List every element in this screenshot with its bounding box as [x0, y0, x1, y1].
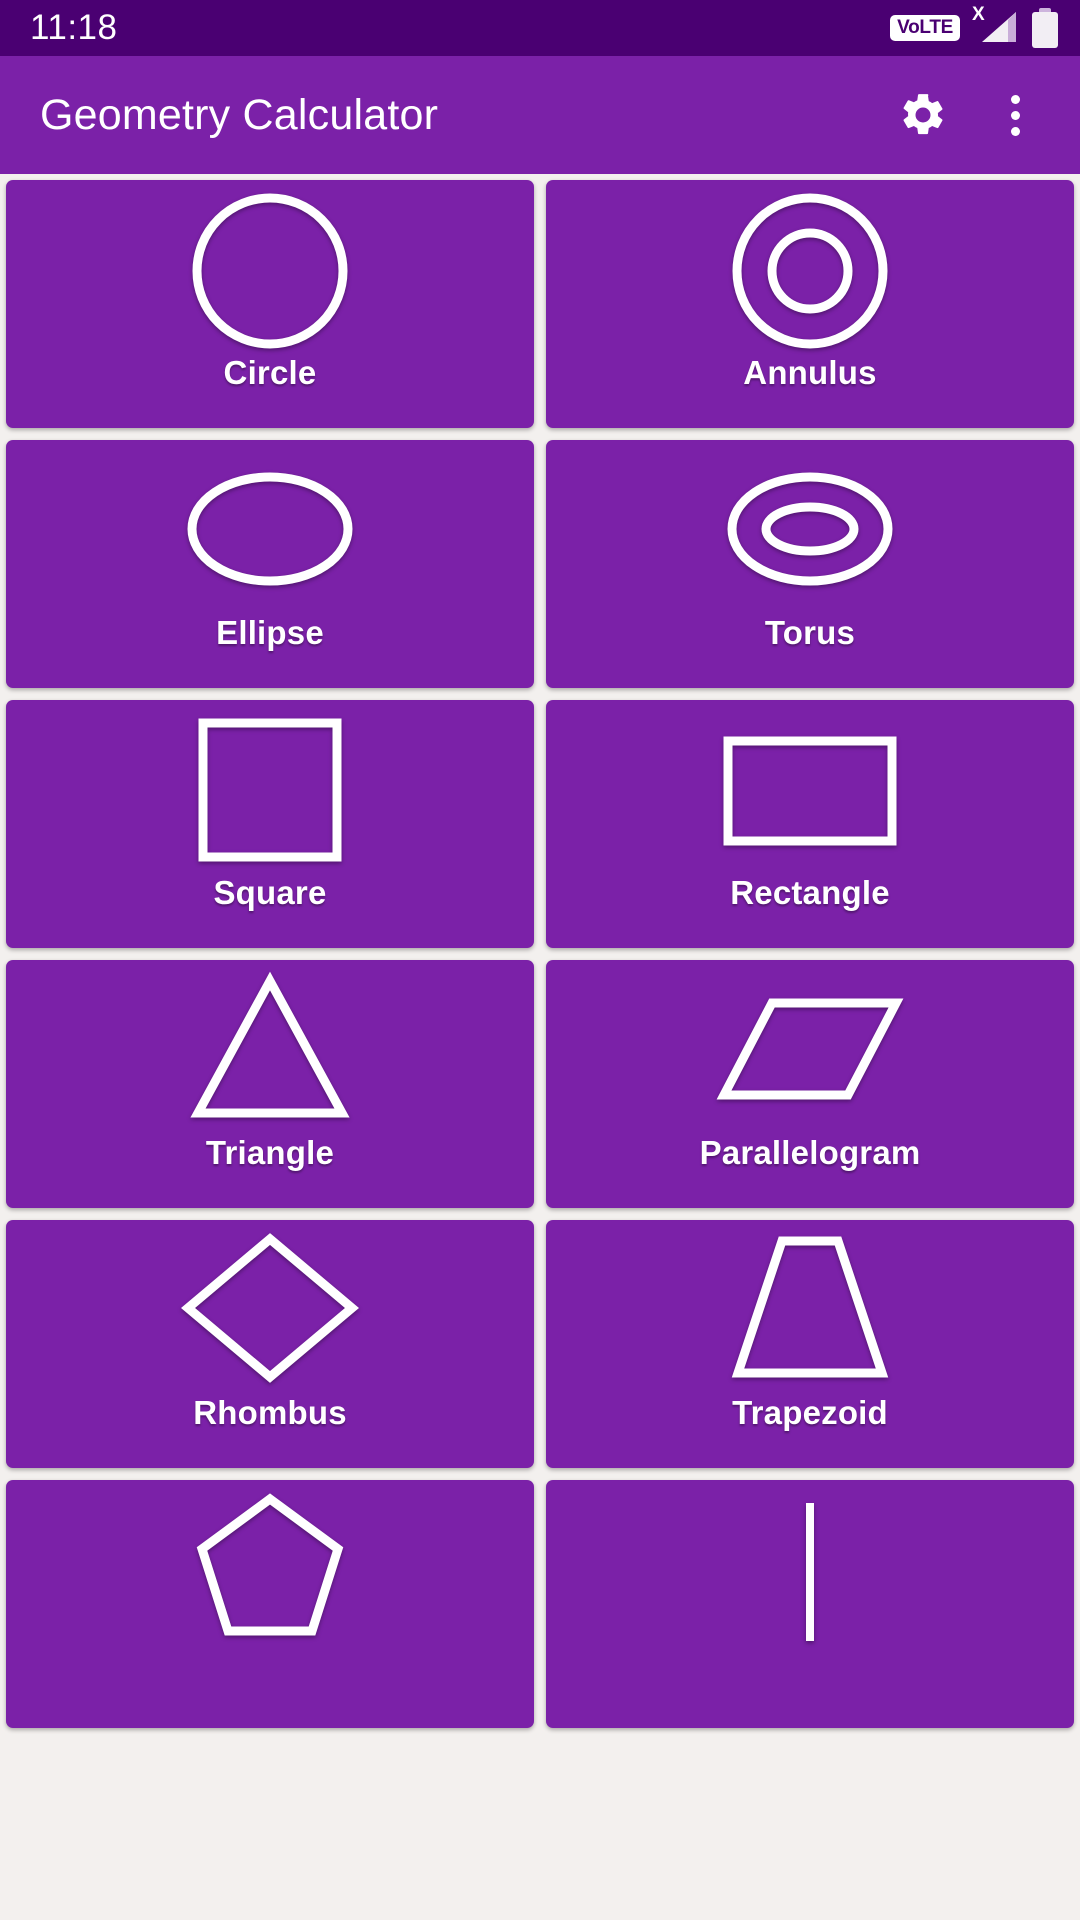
- status-bar: 11:18 VoLTE X: [0, 0, 1080, 56]
- torus-shape-icon: [727, 472, 893, 585]
- shape-art: [6, 960, 534, 1136]
- signal-no-sim-icon: X: [972, 4, 1018, 48]
- battery-body: [1032, 12, 1058, 48]
- settings-button[interactable]: [898, 90, 948, 140]
- triangle-shape-icon: [190, 971, 350, 1117]
- shape-card-rhombus[interactable]: Rhombus: [6, 1220, 534, 1468]
- overflow-menu-button[interactable]: [990, 90, 1040, 140]
- shape-art: [6, 180, 534, 356]
- shape-label: Trapezoid: [732, 1394, 888, 1431]
- shape-label: Torus: [764, 614, 856, 651]
- shape-art: [6, 1220, 534, 1396]
- shape-art: [546, 700, 1074, 876]
- more-vertical-icon: [1010, 94, 1020, 136]
- shape-art: [546, 1480, 1074, 1656]
- shape-art: [546, 1220, 1074, 1396]
- shape-label: Square: [213, 874, 327, 911]
- annulus-shape-icon: [732, 193, 888, 348]
- shape-label: Ellipse: [216, 614, 324, 651]
- shape-card-trapezoid[interactable]: Trapezoid: [546, 1220, 1074, 1468]
- page-title: Geometry Calculator: [40, 90, 439, 139]
- app-bar: Geometry Calculator: [0, 56, 1080, 174]
- shape-card-torus[interactable]: Torus: [546, 440, 1074, 688]
- status-icons: VoLTE X: [890, 4, 1058, 48]
- signal-triangle-icon: [982, 12, 1016, 42]
- battery-icon: [1032, 8, 1058, 48]
- gear-icon: [903, 94, 943, 135]
- shape-art: [6, 1480, 534, 1656]
- shape-art: [6, 700, 534, 876]
- shape-card-triangle[interactable]: Triangle: [6, 960, 534, 1208]
- shape-card-parallelogram[interactable]: Parallelogram: [546, 960, 1074, 1208]
- shape-art: [546, 440, 1074, 616]
- ellipse-shape-icon: [187, 472, 353, 585]
- shape-label: Annulus: [743, 354, 877, 391]
- shape-label: Rhombus: [193, 1394, 347, 1431]
- dot-3: [1010, 126, 1020, 136]
- shape-card-rectangle[interactable]: Rectangle: [546, 700, 1074, 948]
- shape-art: [6, 440, 534, 616]
- dot-1: [1010, 94, 1020, 104]
- shape-card-ellipse[interactable]: Ellipse: [6, 440, 534, 688]
- shape-card-annulus[interactable]: Annulus: [546, 180, 1074, 428]
- rhombus-shape-icon: [181, 1232, 359, 1383]
- pentagon-shape-icon: [196, 1492, 344, 1635]
- status-clock: 11:18: [30, 8, 118, 47]
- shape-card-pentagon[interactable]: [6, 1480, 534, 1728]
- shape-label: Parallelogram: [699, 1134, 921, 1171]
- circle-shape-icon: [192, 193, 348, 348]
- trapezoid-shape-icon: [731, 1236, 889, 1377]
- square-shape-icon: [198, 718, 342, 861]
- shape-card-square[interactable]: Square: [6, 700, 534, 948]
- shape-card-line[interactable]: [546, 1480, 1074, 1728]
- shape-label: Rectangle: [730, 874, 890, 911]
- shape-label: Triangle: [205, 1134, 335, 1171]
- shape-art: [546, 180, 1074, 356]
- dot-2: [1010, 110, 1020, 120]
- shape-card-circle[interactable]: Circle: [6, 180, 534, 428]
- shape-label: Circle: [223, 354, 317, 391]
- shape-art: [546, 960, 1074, 1136]
- shape-grid: Circle Annulus Ellipse Torus Square Rect…: [0, 174, 1080, 1728]
- rectangle-shape-icon: [723, 736, 897, 845]
- app-bar-actions: [898, 90, 1052, 140]
- line-shape-icon: [806, 1502, 814, 1641]
- parallelogram-shape-icon: [716, 998, 904, 1099]
- volte-icon: VoLTE: [890, 15, 960, 41]
